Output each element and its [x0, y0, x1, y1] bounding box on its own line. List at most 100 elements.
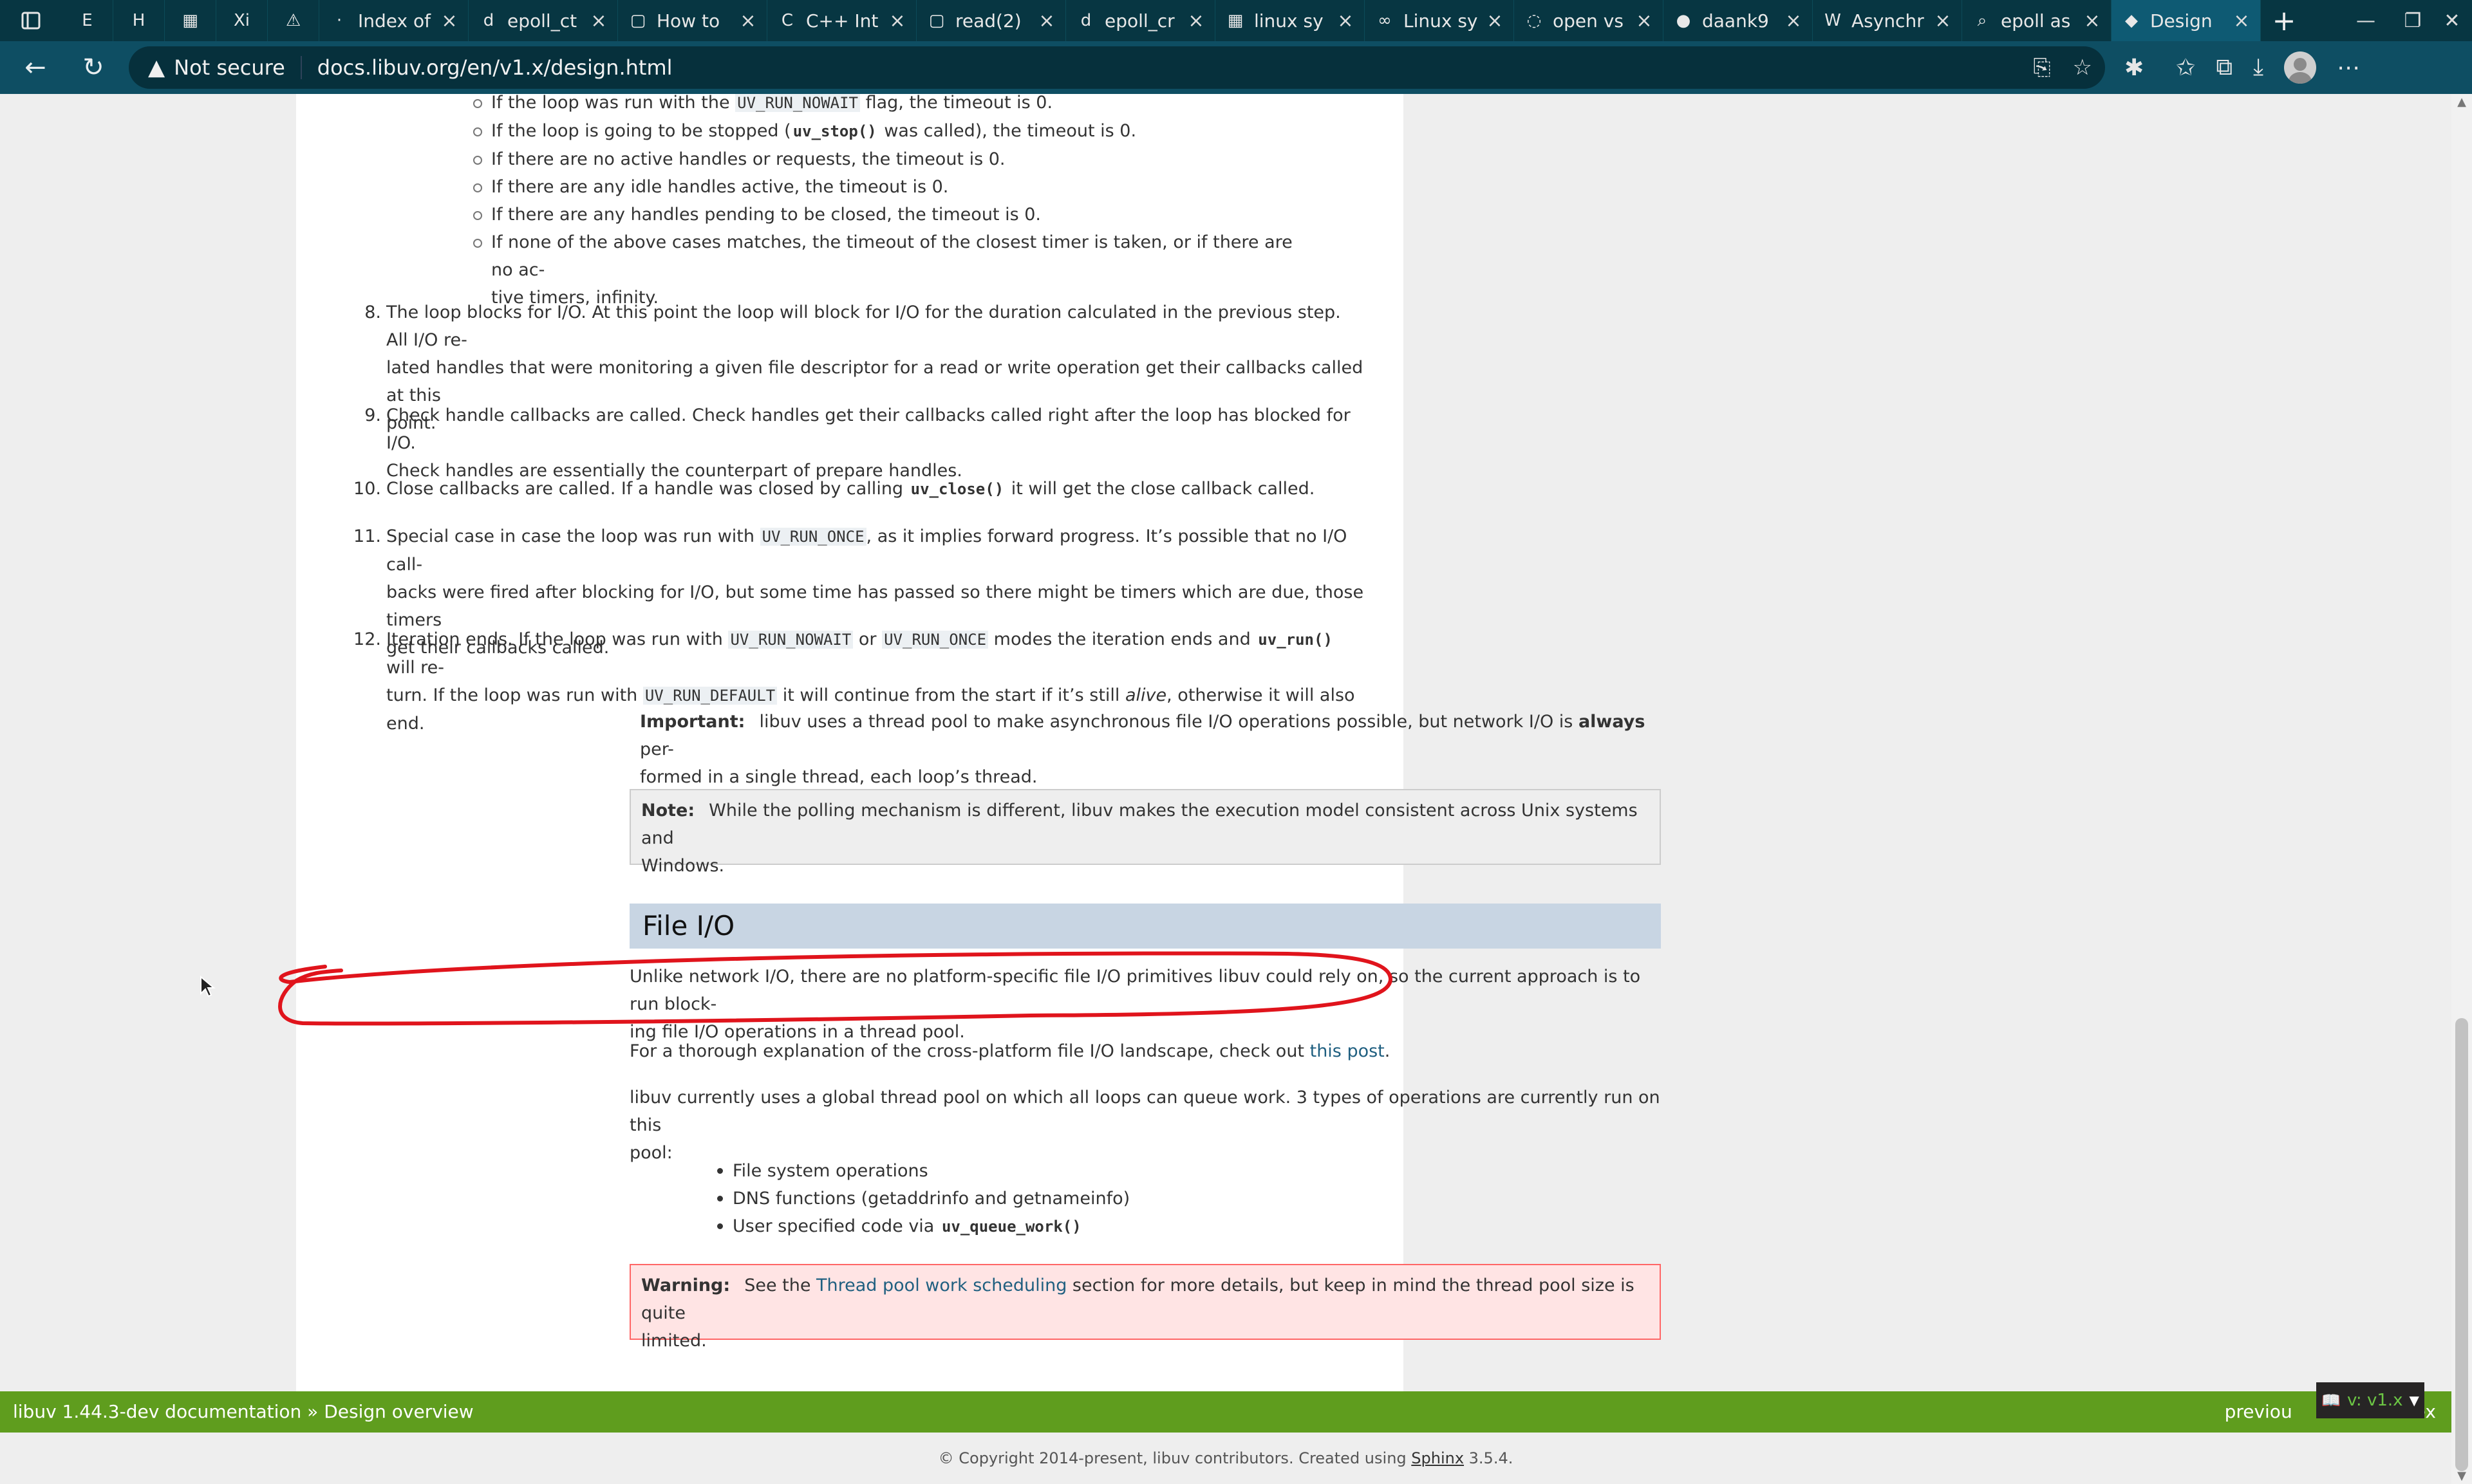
scroll-up-arrow-icon[interactable]: ▲ — [2451, 95, 2472, 109]
scrollbar-thumb[interactable] — [2455, 1018, 2468, 1471]
previous-link[interactable]: previou — [2225, 1401, 2292, 1422]
close-icon: ✕ — [2444, 9, 2460, 32]
browser-tab[interactable]: ▦ — [165, 0, 216, 41]
browser-tab[interactable]: ▢ How to × — [618, 0, 767, 41]
text: per- — [640, 739, 674, 759]
page-footer: © Copyright 2014-present, libuv contribu… — [0, 1433, 2451, 1484]
browser-tab[interactable]: d epoll_ct × — [469, 0, 618, 41]
caret-down-icon: ▼ — [2409, 1393, 2419, 1408]
uv-close-ref[interactable]: uv_close() — [909, 480, 1006, 498]
tab-favicon-icon: · — [336, 11, 342, 30]
step-number: 12. — [353, 629, 381, 649]
mouse-cursor-icon — [200, 976, 216, 997]
section-heading-file-io: File I/O — [630, 904, 1661, 949]
browser-tab[interactable]: C C++ Int × — [767, 0, 917, 41]
reload-button[interactable]: ↻ — [70, 44, 117, 91]
tab-close-icon[interactable]: × — [1485, 10, 1504, 32]
this-post-link[interactable]: this post — [1310, 1041, 1385, 1061]
tab-favicon-icon: ● — [1676, 11, 1691, 30]
tab-title: How to — [657, 10, 720, 32]
tab-close-icon[interactable]: × — [1933, 10, 1952, 32]
text: User specified code via — [733, 1216, 940, 1236]
restore-button[interactable]: ❐ — [2393, 0, 2432, 41]
url-text[interactable]: docs.libuv.org/en/v1.x/design.html — [317, 55, 673, 80]
version-selector[interactable]: 📖 v: v1.x ▼ — [2316, 1382, 2424, 1418]
new-tab-button[interactable]: + — [2261, 5, 2307, 37]
page-scrollbar[interactable]: ▲ ▼ — [2451, 94, 2472, 1484]
sphinx-link[interactable]: Sphinx — [1411, 1449, 1464, 1467]
minimize-button[interactable]: — — [2338, 0, 2393, 41]
tab-close-icon[interactable]: × — [1634, 10, 1654, 32]
thread-pool-scheduling-link[interactable]: Thread pool work scheduling — [816, 1275, 1067, 1295]
address-bar[interactable]: ▲ Not secure docs.libuv.org/en/v1.x/desi… — [129, 46, 2105, 89]
warning-line-2: limited. — [641, 1331, 707, 1351]
note-label: Note: — [641, 801, 695, 821]
text: libuv uses a thread pool to make asynchr… — [759, 712, 1578, 732]
list-item: File system operations — [716, 1157, 1617, 1185]
tab-close-icon[interactable]: × — [888, 10, 907, 32]
breadcrumb-root-link[interactable]: libuv 1.44.3-dev documentation — [13, 1401, 301, 1422]
reload-icon: ↻ — [82, 53, 104, 82]
browser-tab[interactable]: Xi — [216, 0, 268, 41]
browser-tab[interactable]: d epoll_cr × — [1066, 0, 1215, 41]
file-io-paragraph-3: libuv currently uses a global thread poo… — [630, 1084, 1661, 1167]
step-10-text-pre: Close callbacks are called. If a handle … — [386, 479, 909, 499]
tab-close-icon[interactable]: × — [589, 10, 608, 32]
uv-queue-work-ref[interactable]: uv_queue_work() — [940, 1218, 1083, 1236]
browser-tab[interactable]: ∞ Linux sy × — [1365, 0, 1514, 41]
tab-title: epoll_cr — [1105, 10, 1175, 32]
uv-run-ref[interactable]: uv_run() — [1256, 631, 1334, 649]
scroll-down-arrow-icon[interactable]: ▼ — [2451, 1469, 2472, 1483]
tab-title: Design — [2150, 10, 2213, 32]
browser-tab[interactable]: ⌕ epoll as × — [1962, 0, 2112, 41]
tab-close-icon[interactable]: × — [1784, 10, 1803, 32]
downloads-icon[interactable]: ⤓ — [2253, 54, 2263, 81]
tab-close-icon[interactable]: × — [1037, 10, 1056, 32]
tab-favicon-icon: d — [483, 11, 494, 30]
tab-close-icon[interactable]: × — [2083, 10, 2102, 32]
tab-close-icon[interactable]: × — [738, 10, 758, 32]
paragraph-line: libuv currently uses a global thread poo… — [630, 1088, 1660, 1135]
more-menu-icon[interactable]: ⋯ — [2337, 55, 2360, 81]
function-ref[interactable]: uv_stop() — [791, 122, 879, 140]
tab-close-icon[interactable]: × — [1186, 10, 1206, 32]
important-label: Important: — [640, 712, 745, 732]
tab-close-icon[interactable]: × — [1336, 10, 1355, 32]
back-button[interactable]: ← — [12, 44, 59, 91]
tab-actions-button[interactable] — [0, 0, 62, 41]
list-item: User specified code via uv_queue_work() — [716, 1212, 1617, 1241]
tab-close-icon[interactable]: × — [440, 10, 459, 32]
alive-emphasis: alive — [1125, 685, 1167, 705]
text: it will continue from the start if it’s … — [777, 685, 1125, 705]
browser-tab[interactable]: · Index of × — [319, 0, 469, 41]
tab-title: read(2) — [955, 10, 1022, 32]
text: modes the iteration ends and — [988, 629, 1257, 649]
browser-tab[interactable]: W Asynchr × — [1813, 0, 1962, 41]
text: Iteration ends. If the loop was run with — [386, 629, 729, 649]
close-window-button[interactable]: ✕ — [2432, 0, 2472, 41]
extensions-icon[interactable]: ✱ — [2124, 55, 2144, 81]
text: If the loop was run with the — [491, 94, 736, 113]
browser-tab[interactable]: ● daank9 × — [1663, 0, 1813, 41]
security-status[interactable]: Not secure — [174, 55, 285, 80]
browser-tab[interactable]: ◆ Design × — [2112, 0, 2261, 41]
note-line-2: Windows. — [641, 856, 725, 876]
reader-view-icon[interactable]: ⎘ — [2033, 55, 2050, 80]
uv-run-once-code: UV_RUN_ONCE — [760, 528, 866, 546]
collections-icon[interactable]: ⧉ — [2216, 54, 2233, 81]
operation-types-list: File system operations DNS functions (ge… — [716, 1157, 1617, 1241]
browser-tab[interactable]: H — [113, 0, 165, 41]
file-io-paragraph-1: Unlike network I/O, there are no platfor… — [630, 963, 1661, 1046]
favorites-icon[interactable]: ✩ — [2176, 55, 2195, 81]
browser-tab[interactable]: ⚠ — [268, 0, 319, 41]
tab-close-icon[interactable]: × — [2232, 10, 2251, 32]
add-favorite-icon[interactable]: ☆ — [2073, 55, 2092, 80]
browser-tab[interactable]: ◌ open vs × — [1514, 0, 1663, 41]
browser-tab[interactable]: ▢ read(2) × — [917, 0, 1066, 41]
browser-tab[interactable]: ▦ linux sy × — [1215, 0, 1365, 41]
profile-avatar[interactable] — [2283, 51, 2316, 84]
step-text: Close callbacks are called. If a handle … — [386, 475, 1365, 503]
browser-tab[interactable]: E — [62, 0, 113, 41]
tab-title: epoll as — [2001, 10, 2071, 32]
tab-title: epoll_ct — [507, 10, 577, 32]
